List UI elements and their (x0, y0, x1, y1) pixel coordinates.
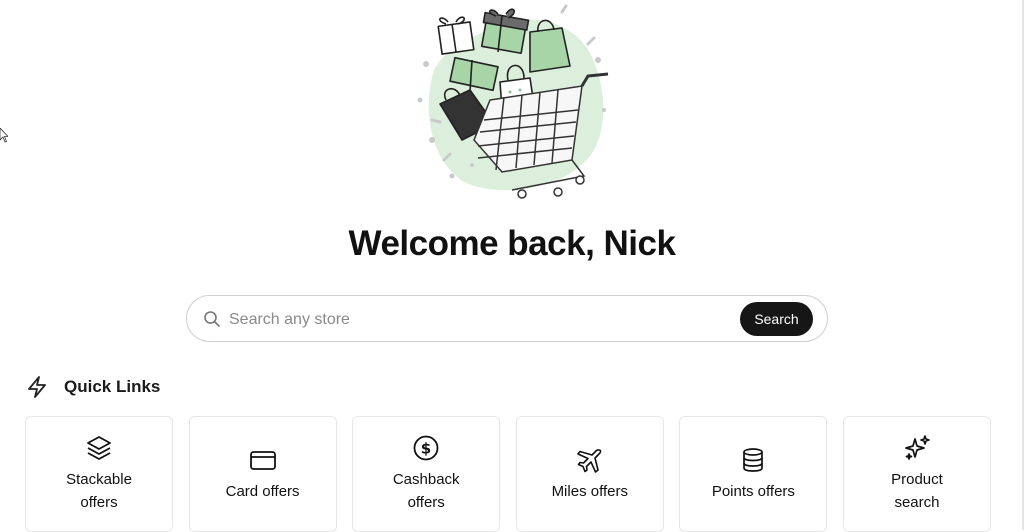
search-icon (204, 311, 220, 327)
quick-link-cashback-offers[interactable]: $ Cashback offers (352, 416, 501, 532)
quick-link-stackable-offers[interactable]: Stackable offers (25, 416, 173, 532)
mouse-cursor-icon (0, 128, 8, 143)
quick-link-miles-offers[interactable]: Miles offers (515, 416, 664, 532)
quick-link-label: Points offers (711, 482, 795, 500)
layers-icon (87, 436, 111, 460)
airplane-icon (576, 448, 602, 473)
quick-links-grid: Stackable offers Card offers $ Cashback … (25, 416, 991, 532)
search-button[interactable]: Search (740, 302, 813, 336)
quick-link-points-offers[interactable]: Points offers (679, 416, 828, 532)
store-search-input[interactable] (227, 305, 731, 335)
coins-stack-icon (743, 447, 764, 472)
dollar-circle-icon: $ (413, 435, 439, 461)
svg-text:$: $ (421, 440, 431, 458)
quick-links-header: Quick Links (26, 375, 160, 399)
credit-card-icon (249, 450, 276, 470)
sparkle-icon (905, 435, 930, 460)
shopping-illustration (417, 4, 609, 199)
quick-link-label: Card offers (225, 482, 300, 500)
quick-link-label: Miles offers (551, 482, 628, 500)
quick-link-label: Cashback offers (392, 471, 460, 511)
lightning-icon (28, 376, 46, 398)
quick-links-title: Quick Links (64, 377, 161, 396)
welcome-heading: Welcome back, Nick (348, 224, 676, 263)
quick-link-label: Product search (891, 471, 943, 511)
quick-link-label: Stackable offers (66, 471, 132, 511)
store-search-bar: Search (186, 295, 828, 342)
quick-link-card-offers[interactable]: Card offers (188, 416, 337, 532)
quick-link-product-search[interactable]: Product search (842, 416, 991, 532)
